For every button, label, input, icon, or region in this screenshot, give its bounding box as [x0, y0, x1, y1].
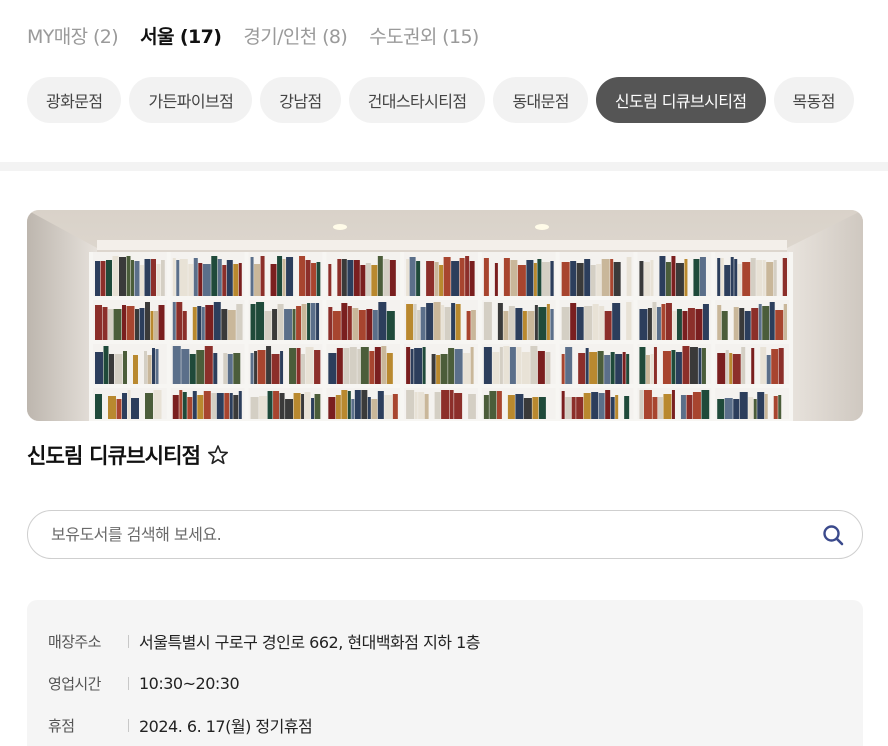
store-name: 신도림 디큐브시티점 — [27, 444, 201, 468]
info-separator — [128, 718, 129, 732]
store-chip-selected[interactable]: 신도림 디큐브시티점 — [595, 77, 766, 123]
search-icon[interactable] — [821, 523, 845, 547]
region-tabs: MY매장 (2) 서울 (17) 경기/인천 (8) 수도권외 (15) — [27, 22, 479, 49]
book-search-input[interactable] — [51, 525, 821, 544]
info-separator — [128, 676, 129, 690]
star-outline-icon[interactable] — [206, 443, 230, 467]
store-chip[interactable]: 강남점 — [260, 77, 341, 123]
store-info-panel: 매장주소 서울특별시 구로구 경인로 662, 현대백화점 지하 1층 영업시간… — [27, 600, 863, 746]
store-chip[interactable]: 건대스타시티점 — [348, 77, 486, 123]
closed-day: 2024. 6. 17(월) 정기휴점 — [139, 717, 313, 736]
business-hours: 10:30~20:30 — [139, 673, 240, 693]
store-title-row: 신도림 디큐브시티점 — [27, 440, 230, 470]
store-chip[interactable]: 광화문점 — [27, 77, 122, 123]
store-chip-list[interactable]: 광화문점 가든파이브점 강남점 건대스타시티점 동대문점 신도림 디큐브시티점 … — [27, 77, 888, 123]
store-photo — [27, 210, 863, 421]
region-tab-outside-capital[interactable]: 수도권외 (15) — [369, 22, 479, 49]
section-divider — [0, 162, 888, 171]
store-chip[interactable]: 가든파이브점 — [129, 77, 253, 123]
bookshelf-image — [27, 210, 863, 421]
region-tab-my[interactable]: MY매장 (2) — [27, 22, 119, 49]
region-tab-gyeonggi-incheon[interactable]: 경기/인천 (8) — [243, 22, 347, 49]
info-row-hours: 영업시간 10:30~20:30 — [48, 662, 843, 704]
region-tab-seoul[interactable]: 서울 (17) — [140, 22, 222, 49]
info-row-address: 매장주소 서울특별시 구로구 경인로 662, 현대백화점 지하 1층 — [48, 620, 843, 662]
store-chip[interactable]: 목동점 — [773, 77, 854, 123]
info-separator — [128, 634, 129, 648]
store-address: 서울특별시 구로구 경인로 662, 현대백화점 지하 1층 — [139, 633, 481, 652]
info-label: 휴점 — [48, 716, 75, 735]
info-label: 매장주소 — [48, 632, 101, 651]
book-search-box — [27, 510, 863, 559]
info-row-closed: 휴점 2024. 6. 17(월) 정기휴점 — [48, 704, 843, 746]
info-label: 영업시간 — [48, 674, 101, 693]
store-chip[interactable]: 동대문점 — [493, 77, 588, 123]
